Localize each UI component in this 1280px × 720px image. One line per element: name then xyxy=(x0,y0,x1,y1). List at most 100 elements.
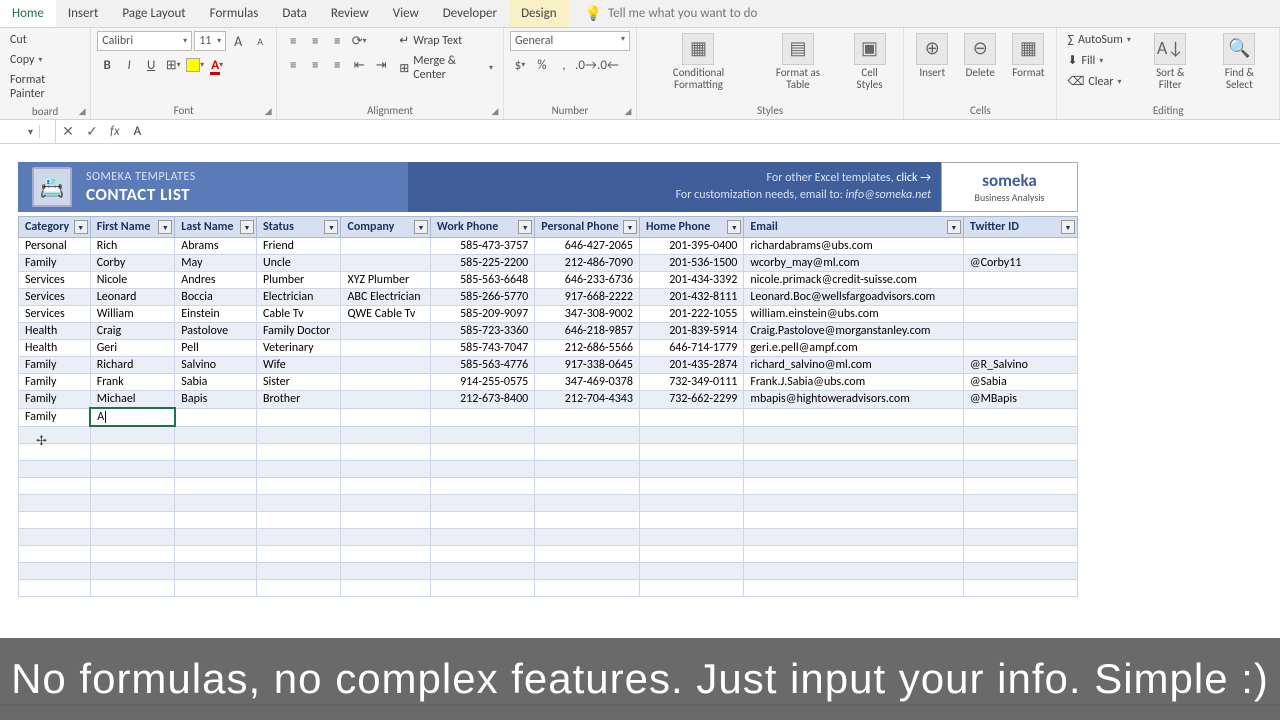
tab-view[interactable]: View xyxy=(381,0,431,27)
tab-page-layout[interactable]: Page Layout xyxy=(110,0,197,27)
table-row[interactable]: HealthCraigPastoloveFamily Doctor585-723… xyxy=(19,323,1078,340)
cell-hp[interactable] xyxy=(639,408,743,426)
cell-empty[interactable] xyxy=(175,545,257,562)
cell-empty[interactable] xyxy=(430,511,534,528)
clipboard-dialog-launcher[interactable]: ◢ xyxy=(76,105,88,117)
cell-empty[interactable] xyxy=(19,460,91,477)
cell-cat[interactable]: Services xyxy=(19,289,91,306)
cell-empty[interactable] xyxy=(744,545,964,562)
col-header-twitter[interactable]: Twitter ID▼ xyxy=(963,217,1077,238)
align-left-button[interactable]: ≡ xyxy=(283,55,303,75)
table-row-empty[interactable] xyxy=(19,511,1078,528)
filter-btn-company[interactable]: ▼ xyxy=(414,220,428,234)
cell-empty[interactable] xyxy=(535,426,640,443)
cell-empty[interactable] xyxy=(963,528,1077,545)
cell-hp[interactable]: 732-662-2299 xyxy=(639,391,743,409)
cell-empty[interactable] xyxy=(90,545,175,562)
cell-empty[interactable] xyxy=(639,511,743,528)
cell-empty[interactable] xyxy=(256,460,341,477)
cell-empty[interactable] xyxy=(430,426,534,443)
cancel-edit-button[interactable]: ✕ xyxy=(56,123,80,140)
cell-em[interactable]: geri.e.pell@ampf.com xyxy=(744,340,964,357)
cell-wp[interactable]: 585-225-2200 xyxy=(430,255,534,272)
cell-empty[interactable] xyxy=(341,562,430,579)
font-color-button[interactable]: A▾ xyxy=(207,55,227,75)
cell-cat[interactable]: Family xyxy=(19,357,91,374)
tab-home[interactable]: Home xyxy=(0,0,56,27)
cell-wp[interactable]: 585-473-3757 xyxy=(430,238,534,255)
cell-empty[interactable] xyxy=(430,460,534,477)
cell-empty[interactable] xyxy=(256,443,341,460)
cell-empty[interactable] xyxy=(19,443,91,460)
cell-empty[interactable] xyxy=(341,477,430,494)
cell-em[interactable]: william.einstein@ubs.com xyxy=(744,306,964,323)
table-row-empty[interactable] xyxy=(19,579,1078,596)
cell-pp[interactable]: 646-218-9857 xyxy=(535,323,640,340)
cell-st[interactable]: Uncle xyxy=(256,255,341,272)
cell-hp[interactable]: 201-435-2874 xyxy=(639,357,743,374)
cell-tw[interactable] xyxy=(963,323,1077,340)
cell-hp[interactable]: 201-222-1055 xyxy=(639,306,743,323)
cell-pp[interactable]: 347-469-0378 xyxy=(535,374,640,391)
format-as-table-button[interactable]: ▤Format as Table xyxy=(758,31,838,93)
cell-empty[interactable] xyxy=(639,460,743,477)
cell-empty[interactable] xyxy=(430,494,534,511)
cell-empty[interactable] xyxy=(256,511,341,528)
cell-tw[interactable]: @R_Salvino xyxy=(963,357,1077,374)
table-row[interactable]: PersonalRichAbramsFriend585-473-3757646-… xyxy=(19,238,1078,255)
cell-empty[interactable] xyxy=(90,528,175,545)
increase-indent-button[interactable]: ⇥ xyxy=(371,55,391,75)
cell-empty[interactable] xyxy=(256,494,341,511)
cell-empty[interactable] xyxy=(744,528,964,545)
table-row[interactable]: FamilyRichardSalvinoWife585-563-4776917-… xyxy=(19,357,1078,374)
cell-empty[interactable] xyxy=(535,511,640,528)
cell-ln[interactable]: Einstein xyxy=(175,306,257,323)
cell-em[interactable]: richard_salvino@ml.com xyxy=(744,357,964,374)
cell-wp[interactable]: 585-723-3360 xyxy=(430,323,534,340)
cell-hp[interactable]: 201-432-8111 xyxy=(639,289,743,306)
contact-table[interactable]: Category▼ First Name▼ Last Name▼ Status▼… xyxy=(18,216,1078,597)
cell-co[interactable] xyxy=(341,374,430,391)
cell-empty[interactable] xyxy=(535,545,640,562)
cell-tw[interactable]: @Sabia xyxy=(963,374,1077,391)
cell-empty[interactable] xyxy=(256,579,341,596)
cell-fn[interactable]: Richard xyxy=(90,357,175,374)
cell-empty[interactable] xyxy=(341,511,430,528)
cell-empty[interactable] xyxy=(256,426,341,443)
cell-empty[interactable] xyxy=(963,443,1077,460)
cell-tw[interactable] xyxy=(963,238,1077,255)
cell-empty[interactable] xyxy=(639,562,743,579)
tab-design[interactable]: Design xyxy=(509,0,568,27)
sort-filter-button[interactable]: A↓Sort & Filter xyxy=(1139,31,1202,93)
cell-st[interactable]: Plumber xyxy=(256,272,341,289)
col-header-first-name[interactable]: First Name▼ xyxy=(90,217,175,238)
cell-empty[interactable] xyxy=(639,426,743,443)
filter-btn-email[interactable]: ▼ xyxy=(947,220,961,234)
cell-empty[interactable] xyxy=(90,494,175,511)
tab-data[interactable]: Data xyxy=(270,0,319,27)
cell-pp[interactable]: 646-233-6736 xyxy=(535,272,640,289)
insert-cells-button[interactable]: ⊕Insert xyxy=(910,31,954,81)
cell-tw[interactable]: @MBapis xyxy=(963,391,1077,409)
conditional-formatting-button[interactable]: ▦Conditional Formatting xyxy=(643,31,754,93)
cell-fn[interactable]: William xyxy=(90,306,175,323)
cell-empty[interactable] xyxy=(535,443,640,460)
tab-developer[interactable]: Developer xyxy=(431,0,509,27)
tab-review[interactable]: Review xyxy=(319,0,381,27)
cell-em[interactable]: mbapis@hightoweradvisors.com xyxy=(744,391,964,409)
cell-empty[interactable] xyxy=(639,545,743,562)
name-box[interactable]: ▾ xyxy=(0,125,40,138)
cell-empty[interactable] xyxy=(639,579,743,596)
cell-empty[interactable] xyxy=(90,426,175,443)
cell-cat[interactable]: Family xyxy=(19,391,91,409)
templates-link[interactable]: click → xyxy=(896,171,931,185)
cell-wp[interactable]: 585-563-6648 xyxy=(430,272,534,289)
autosum-button[interactable]: ∑AutoSum▾ xyxy=(1063,31,1134,49)
font-size-select[interactable]: 11▾ xyxy=(194,31,226,51)
cell-empty[interactable] xyxy=(19,426,91,443)
cell-tw[interactable] xyxy=(963,289,1077,306)
col-header-status[interactable]: Status▼ xyxy=(256,217,341,238)
cell-co[interactable]: XYZ Plumber xyxy=(341,272,430,289)
filter-btn-work-phone[interactable]: ▼ xyxy=(518,220,532,234)
cell-ln[interactable]: Pastolove xyxy=(175,323,257,340)
